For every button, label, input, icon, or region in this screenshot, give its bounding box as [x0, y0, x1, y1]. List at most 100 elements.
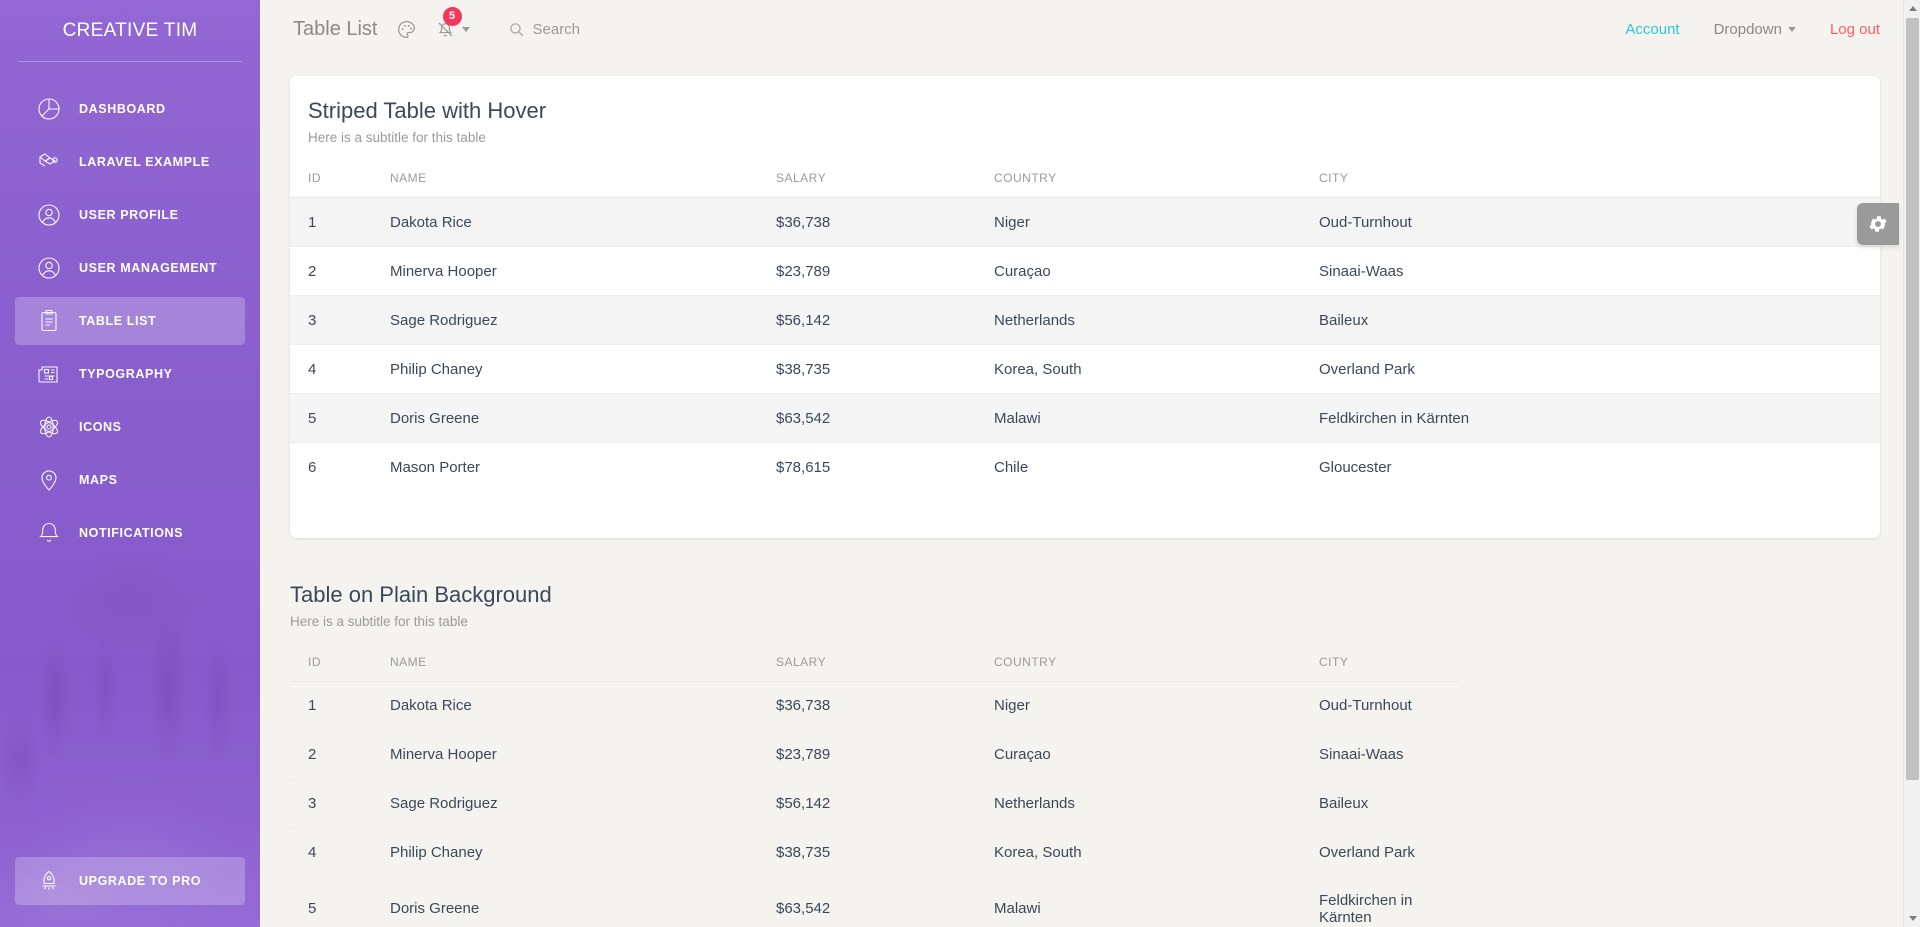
- sidebar-item-laravel-example[interactable]: LARAVEL EXAMPLE: [15, 138, 245, 186]
- dropdown-link[interactable]: Dropdown: [1714, 21, 1796, 38]
- cell-salary: $36,738: [776, 697, 831, 714]
- sidebar-item-table-list[interactable]: TABLE LIST: [15, 297, 245, 345]
- upgrade-to-pro-button[interactable]: UPGRADE TO PRO: [15, 857, 245, 905]
- card-footer-space: [290, 492, 1880, 538]
- cell-id: 4: [290, 344, 382, 394]
- cell-name: Doris Greene: [382, 876, 768, 927]
- table-body: 1 Dakota Rice $36,738 Niger Oud-Turnhout…: [290, 197, 1880, 492]
- cell-name: Mason Porter: [382, 442, 768, 492]
- striped-table-card: Striped Table with Hover Here is a subti…: [290, 76, 1880, 538]
- cell-id: 5: [290, 393, 382, 443]
- table-row[interactable]: 4 Philip Chaney $38,735 Korea, South Ove…: [290, 827, 1458, 877]
- cell-city: Oud-Turnhout: [1311, 197, 1880, 247]
- table-row[interactable]: 2 Minerva Hooper $23,789 Curaçao Sinaai-…: [290, 729, 1458, 779]
- cell-name: Minerva Hooper: [382, 246, 768, 296]
- sidebar-nav: DASHBOARD LARAVEL EXAMPLE USER PROFILE U…: [0, 62, 260, 557]
- clipboard-icon: [33, 305, 65, 337]
- sidebar: CREATIVE TIM DASHBOARD LARAVEL EXAMPLE U…: [0, 0, 260, 927]
- cell-country: Malawi: [986, 393, 1311, 443]
- sidebar-item-user-management[interactable]: USER MANAGEMENT: [15, 244, 245, 292]
- cell-name: Philip Chaney: [382, 344, 768, 394]
- cell-salary: $56,142: [768, 778, 986, 828]
- table-row[interactable]: 6 Mason Porter $78,615 Chile Gloucester: [290, 442, 1880, 492]
- cell-salary: $38,735: [768, 827, 986, 877]
- cell-salary: $38,735: [768, 344, 986, 394]
- sidebar-item-notifications[interactable]: NOTIFICATIONS: [15, 509, 245, 557]
- sidebar-item-typography[interactable]: TYPOGRAPHY: [15, 350, 245, 398]
- cell-country: Curaçao: [986, 246, 1311, 296]
- table-row[interactable]: 2 Minerva Hooper $23,789 Curaçao Sinaai-…: [290, 246, 1880, 296]
- cell-country: Korea, South: [986, 344, 1311, 394]
- sidebar-item-label: TYPOGRAPHY: [79, 367, 173, 381]
- cell-salary: $56,142: [768, 295, 986, 345]
- cell-city: Feldkirchen in Kärnten: [1311, 876, 1458, 927]
- card-title: Striped Table with Hover: [308, 98, 547, 123]
- cell-id: 2: [290, 246, 382, 296]
- sidebar-item-label: TABLE LIST: [79, 314, 157, 328]
- palette-icon[interactable]: [396, 12, 417, 46]
- cell-id: 1: [308, 697, 317, 714]
- column-header-salary: SALARY: [768, 628, 986, 682]
- sidebar-item-label: ICONS: [79, 420, 122, 434]
- scrollbar-thumb[interactable]: [1906, 18, 1919, 780]
- table-row[interactable]: 4 Philip Chaney $38,735 Korea, South Ove…: [290, 344, 1880, 394]
- table-row[interactable]: 1 Dakota Rice $36,738 Niger Oud-Turnhout: [290, 197, 1880, 247]
- sidebar-brand[interactable]: CREATIVE TIM: [0, 0, 260, 62]
- sidebar-item-label: USER PROFILE: [79, 208, 179, 222]
- cell-id: 5: [290, 876, 382, 927]
- cell-city: Baileux: [1311, 778, 1458, 828]
- plain-table-section: Table on Plain Background Here is a subt…: [290, 578, 1458, 927]
- sidebar-item-user-profile[interactable]: USER PROFILE: [15, 191, 245, 239]
- card-subtitle: Here is a subtitle for this table: [308, 130, 486, 145]
- search-box[interactable]: [508, 20, 733, 38]
- table-header-row: ID NAME SALARY COUNTRY CITY: [290, 145, 1880, 198]
- plain-table: ID NAME SALARY COUNTRY CITY 1 Dakota Ric…: [290, 628, 1458, 927]
- atom-icon: [33, 411, 65, 443]
- plain-table-title: Table on Plain Background: [290, 581, 552, 607]
- cell-country: Malawi: [986, 876, 1311, 927]
- pie-chart-icon: [33, 93, 65, 125]
- table-row[interactable]: 3 Sage Rodriguez $56,142 Netherlands Bai…: [290, 778, 1458, 828]
- cell-country: Niger: [986, 197, 1311, 247]
- cell-city: Overland Park: [1311, 344, 1880, 394]
- column-header-id: ID: [290, 145, 382, 198]
- cell-city: Sinaai-Waas: [1311, 246, 1880, 296]
- scroll-up-arrow[interactable]: [1904, 0, 1920, 17]
- logout-link[interactable]: Log out: [1830, 21, 1880, 38]
- column-header-name: NAME: [382, 145, 768, 198]
- newspaper-icon: [33, 358, 65, 390]
- cell-id: 1: [290, 197, 382, 247]
- column-header-salary: SALARY: [768, 145, 986, 198]
- settings-panel-toggle-button[interactable]: [1857, 203, 1899, 245]
- scroll-down-arrow[interactable]: [1904, 910, 1920, 927]
- search-input[interactable]: [532, 20, 733, 38]
- page-title: Table List: [293, 17, 378, 40]
- notifications-dropdown-button[interactable]: 5: [435, 7, 470, 46]
- cell-salary: $23,789: [768, 246, 986, 296]
- sidebar-item-label: DASHBOARD: [79, 102, 166, 116]
- sidebar-item-icons[interactable]: ICONS: [15, 403, 245, 451]
- cell-name: Dakota Rice: [390, 697, 472, 714]
- column-header-name: NAME: [382, 628, 768, 682]
- cell-id: 3: [290, 295, 382, 345]
- upgrade-to-pro-label: UPGRADE TO PRO: [79, 874, 202, 888]
- sidebar-item-dashboard[interactable]: DASHBOARD: [15, 85, 245, 133]
- sidebar-item-label: USER MANAGEMENT: [79, 261, 218, 275]
- table-row[interactable]: 5 Doris Greene $63,542 Malawi Feldkirche…: [290, 876, 1458, 927]
- cell-salary: $23,789: [768, 729, 986, 779]
- table-row[interactable]: 1 Dakota Rice $36,738 Niger Oud-Turnhout: [290, 681, 1458, 730]
- table-header-row: ID NAME SALARY COUNTRY CITY: [290, 628, 1458, 682]
- notification-badge: 5: [442, 7, 462, 26]
- column-header-city: CITY: [1311, 145, 1880, 198]
- page-scrollbar[interactable]: [1903, 0, 1920, 927]
- table-row[interactable]: 5 Doris Greene $63,542 Malawi Feldkirche…: [290, 393, 1880, 443]
- table-row[interactable]: 3 Sage Rodriguez $56,142 Netherlands Bai…: [290, 295, 1880, 345]
- sidebar-item-label: NOTIFICATIONS: [79, 526, 184, 540]
- cell-city: Feldkirchen in Kärnten: [1311, 393, 1880, 443]
- sidebar-item-label: MAPS: [79, 473, 118, 487]
- column-header-city: CITY: [1311, 628, 1458, 682]
- cell-name: Dakota Rice: [382, 197, 768, 247]
- sidebar-brand-label: CREATIVE TIM: [62, 20, 198, 41]
- sidebar-item-maps[interactable]: MAPS: [15, 456, 245, 504]
- account-link[interactable]: Account: [1625, 21, 1679, 38]
